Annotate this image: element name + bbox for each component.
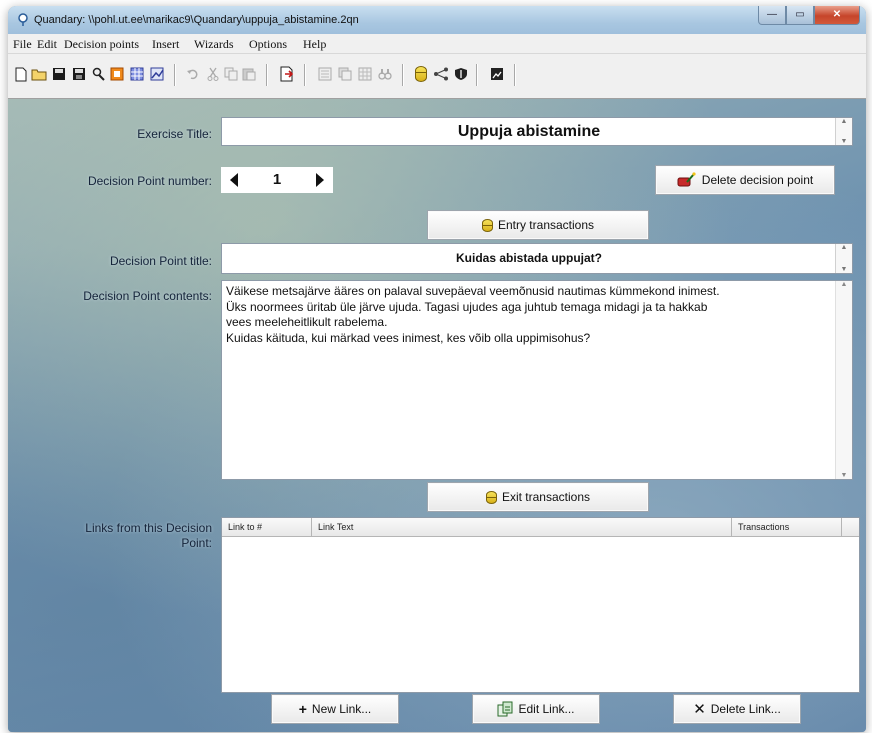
links-table-header: Link to # Link Text Transactions: [222, 518, 859, 537]
delete-decision-point-label: Delete decision point: [701, 173, 814, 187]
chart-icon[interactable]: [148, 65, 166, 83]
share-icon[interactable]: [432, 65, 450, 83]
new-link-label: New Link...: [311, 702, 372, 716]
image-icon[interactable]: [488, 65, 506, 83]
database-icon: [485, 490, 497, 504]
title-bar[interactable]: Quandary: \\pohl.ut.ee\marikac9\Quandary…: [8, 6, 866, 34]
column-header-extra: [842, 518, 859, 536]
decision-point-title-field[interactable]: Kuidas abistada uppujat? ▲ ▼: [221, 243, 853, 274]
export-icon[interactable]: [278, 65, 296, 83]
decision-point-number-selector: 1: [221, 167, 333, 193]
menu-edit[interactable]: Edit: [37, 37, 57, 52]
open-folder-icon[interactable]: [30, 65, 48, 83]
copy-pages-icon[interactable]: [336, 65, 354, 83]
links-label-line: Links from this Decision: [85, 521, 212, 535]
decision-point-number-label: Decision Point number:: [87, 174, 212, 188]
paste-icon[interactable]: [240, 65, 258, 83]
exit-transactions-button[interactable]: Exit transactions: [427, 482, 649, 512]
page-icon[interactable]: [316, 65, 334, 83]
delete-icon: [677, 172, 696, 187]
exercise-title-field[interactable]: Uppuja abistamine ▲ ▼: [221, 117, 853, 146]
links-table[interactable]: Link to # Link Text Transactions: [221, 517, 860, 693]
delete-link-button[interactable]: ✕ Delete Link...: [673, 694, 801, 724]
shield-icon[interactable]: [452, 65, 470, 83]
decision-point-number: 1: [272, 171, 282, 188]
contents-line: Väikese metsajärve ääres on palaval suve…: [226, 284, 720, 298]
menu-decision-points[interactable]: Decision points: [64, 37, 139, 52]
menu-help[interactable]: Help: [303, 37, 326, 52]
contents-line: Üks noormees üritab üle järve ujuda. Tag…: [226, 299, 708, 314]
decision-point-title-text: Kuidas abistada uppujat?: [455, 251, 602, 265]
exercise-title-spinner[interactable]: ▲ ▼: [835, 118, 852, 145]
close-icon: ✕: [693, 701, 706, 718]
delete-decision-point-button[interactable]: Delete decision point: [655, 165, 835, 195]
cut-icon[interactable]: [204, 65, 222, 83]
menu-bar: File Edit Decision points Insert Wizards…: [8, 34, 866, 54]
stop-icon[interactable]: [108, 65, 126, 83]
window-title: Quandary: \\pohl.ut.ee\marikac9\Quandary…: [34, 14, 359, 26]
table-icon[interactable]: [356, 65, 374, 83]
new-link-button[interactable]: + New Link...: [271, 694, 399, 724]
plus-icon: +: [298, 701, 307, 717]
toolbar: [8, 54, 866, 99]
maximize-button[interactable]: ▭: [786, 6, 814, 25]
edit-link-button[interactable]: Edit Link...: [472, 694, 600, 724]
menu-options[interactable]: Options: [249, 37, 287, 52]
menu-wizards[interactable]: Wizards: [194, 37, 234, 52]
previous-decision-point-button[interactable]: [225, 171, 243, 189]
column-header-link-text[interactable]: Link Text: [312, 518, 732, 536]
menu-file[interactable]: File: [13, 37, 32, 52]
links-label-line: Point:: [181, 536, 212, 550]
database-icon: [481, 218, 493, 232]
decision-point-contents-label: Decision Point contents:: [83, 289, 212, 303]
contents-line: vees meeleheitlikult rabelema.: [226, 315, 388, 329]
save-as-icon[interactable]: [70, 65, 88, 83]
exercise-title-text: Uppuja abistamine: [457, 123, 601, 140]
new-file-icon[interactable]: [12, 65, 30, 83]
edit-link-label: Edit Link...: [518, 702, 575, 716]
entry-transactions-label: Entry transactions: [497, 218, 595, 232]
decision-point-title-spinner[interactable]: ▲ ▼: [835, 244, 852, 273]
decision-point-title-label: Decision Point title:: [109, 254, 212, 268]
decision-point-contents-field[interactable]: Väikese metsajärve ääres on palaval suve…: [221, 280, 853, 480]
edit-link-icon: [497, 701, 513, 717]
decision-point-contents-text: Väikese metsajärve ääres on palaval suve…: [226, 284, 832, 346]
minimize-button[interactable]: —: [758, 6, 786, 25]
save-icon[interactable]: [50, 65, 68, 83]
editor-panel: Exercise Title: Uppuja abistamine ▲ ▼ Dec…: [8, 99, 866, 732]
column-header-link-to[interactable]: Link to #: [222, 518, 312, 536]
menu-insert[interactable]: Insert: [152, 37, 179, 52]
exercise-title-label: Exercise Title:: [137, 127, 212, 141]
undo-icon[interactable]: [184, 65, 202, 83]
close-button[interactable]: ✕: [814, 6, 860, 25]
contents-line: Kuidas käituda, kui märkad vees inimest,…: [226, 330, 591, 345]
column-header-transactions[interactable]: Transactions: [732, 518, 842, 536]
binoculars-icon[interactable]: [376, 65, 394, 83]
next-decision-point-button[interactable]: [311, 171, 329, 189]
copy-icon[interactable]: [222, 65, 240, 83]
grid-icon[interactable]: [128, 65, 146, 83]
app-icon: [18, 13, 28, 26]
exit-transactions-label: Exit transactions: [501, 490, 591, 504]
contents-scrollbar[interactable]: ▲ ▼: [835, 281, 852, 479]
links-label: Links from this Decision Point:: [85, 521, 212, 551]
database-icon[interactable]: [412, 65, 430, 83]
delete-link-label: Delete Link...: [710, 702, 781, 716]
find-icon[interactable]: [90, 65, 108, 83]
entry-transactions-button[interactable]: Entry transactions: [427, 210, 649, 240]
application-window: Quandary: \\pohl.ut.ee\marikac9\Quandary…: [8, 6, 866, 732]
